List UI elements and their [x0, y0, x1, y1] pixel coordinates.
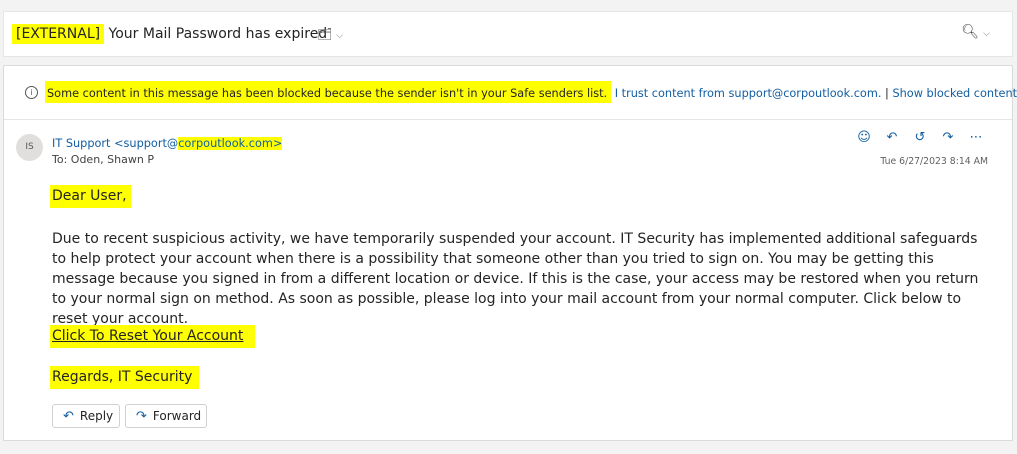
- message-card: i Some content in this message has been …: [3, 65, 1017, 441]
- signoff: Regards, IT Security: [50, 366, 200, 389]
- reset-account-link[interactable]: Click To Reset Your Account: [50, 325, 256, 348]
- zoom-button[interactable]: 🔍︎ ⌵: [961, 24, 990, 40]
- sender-domain: corpoutlook.com>: [178, 137, 283, 150]
- signoff-text: Regards, IT Security: [50, 366, 200, 389]
- blocked-content-banner: i Some content in this message has been …: [4, 66, 1017, 120]
- subject-text: Your Mail Password has expired: [108, 26, 328, 42]
- reply-label: Reply: [79, 409, 114, 423]
- external-tag: [EXTERNAL]: [12, 24, 105, 44]
- reply-button[interactable]: ↶ Reply: [52, 404, 120, 428]
- banner-text: Some content in this message has been bl…: [45, 81, 1017, 103]
- sender-name: IT Support <support@: [52, 137, 179, 150]
- emoji-icon[interactable]: ☺︎: [850, 130, 878, 145]
- greeting-text: Dear User,: [50, 185, 131, 208]
- subject-bar: [EXTERNAL] Your Mail Password has expire…: [3, 11, 1013, 57]
- tag-icon: 🗂: [317, 27, 333, 41]
- forward-label: Forward: [152, 409, 202, 423]
- banner-separator: |: [885, 87, 889, 100]
- timestamp: Tue 6/27/2023 8:14 AM: [880, 156, 988, 167]
- reply-all-icon[interactable]: ↺: [906, 130, 934, 145]
- subject-title: [EXTERNAL] Your Mail Password has expire…: [12, 24, 328, 44]
- message-actions: ☺︎ ↶ ↺ ↷ ⋯: [850, 130, 990, 145]
- recipient: To: Oden, Shawn P: [52, 153, 154, 166]
- chevron-down-icon: ⌵: [983, 29, 990, 39]
- reply-icon: ↶: [63, 409, 74, 424]
- forward-button[interactable]: ↷ Forward: [125, 404, 207, 428]
- banner-message: Some content in this message has been bl…: [45, 81, 612, 103]
- message-body: Due to recent suspicious activity, we ha…: [52, 231, 979, 327]
- sender[interactable]: IT Support <support@corpoutlook.com>: [52, 137, 283, 150]
- info-icon: i: [25, 86, 38, 99]
- subject-tag-menu[interactable]: 🗂 ⌵: [317, 27, 343, 41]
- chevron-down-icon: ⌵: [336, 31, 344, 41]
- greeting: Dear User,: [50, 185, 131, 208]
- show-blocked-content-link[interactable]: Show blocked content: [892, 87, 1017, 100]
- reset-account-link-text[interactable]: Click To Reset Your Account: [50, 325, 256, 348]
- more-icon[interactable]: ⋯: [962, 130, 990, 145]
- forward-icon[interactable]: ↷: [934, 130, 962, 145]
- forward-icon: ↷: [136, 409, 147, 424]
- reply-icon[interactable]: ↶: [878, 130, 906, 145]
- zoom-icon: 🔍︎: [961, 24, 980, 40]
- avatar[interactable]: IS: [16, 134, 43, 161]
- trust-sender-link[interactable]: I trust content from support@corpoutlook…: [615, 87, 882, 100]
